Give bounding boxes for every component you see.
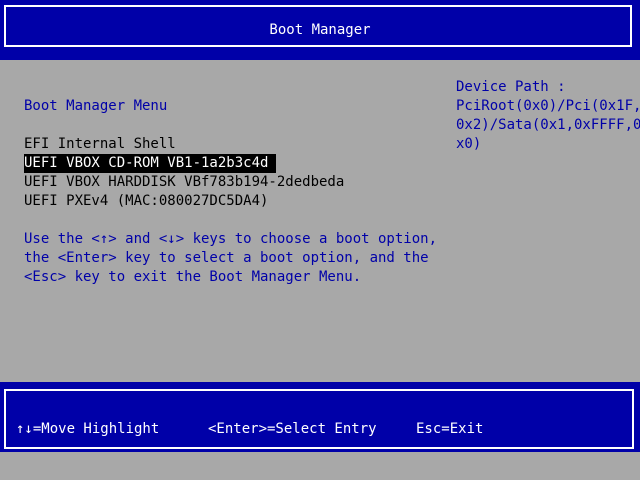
footer-border [4,389,634,449]
header-bar: Boot Manager [0,0,640,60]
device-path-line-1: PciRoot(0x0)/Pci(0x1F, [456,98,640,114]
device-path-line-2: 0x2)/Sata(0x1,0xFFFF,0 [456,117,640,133]
bottom-strip [0,452,640,480]
footer-move-highlight: ↑↓=Move Highlight [16,421,160,437]
menu-title: Boot Manager Menu [24,98,168,114]
footer-select-entry: <Enter>=Select Entry [208,421,377,437]
device-path-label: Device Path : [456,79,566,95]
help-text-line-2: the <Enter> key to select a boot option,… [24,250,429,266]
device-path-line-3: x0) [456,136,482,152]
boot-option-vbox-cdrom[interactable]: UEFI VBOX CD-ROM VB1-1a2b3c4d [24,154,277,173]
boot-option-pxev4[interactable]: UEFI PXEv4 (MAC:080027DC5DA4) [24,192,268,211]
page-title: Boot Manager [269,22,371,38]
boot-option-vbox-harddisk[interactable]: UEFI VBOX HARDDISK VBf783b194-2dedbeda [24,173,344,192]
main-panel: Boot Manager Menu EFI Internal Shell UEF… [0,60,640,382]
help-text-line-1: Use the <↑> and <↓> keys to choose a boo… [24,231,438,247]
footer-exit: Esc=Exit [416,421,484,437]
help-text-line-3: <Esc> key to exit the Boot Manager Menu. [24,269,362,285]
boot-option-efi-internal-shell[interactable]: EFI Internal Shell [24,135,176,154]
